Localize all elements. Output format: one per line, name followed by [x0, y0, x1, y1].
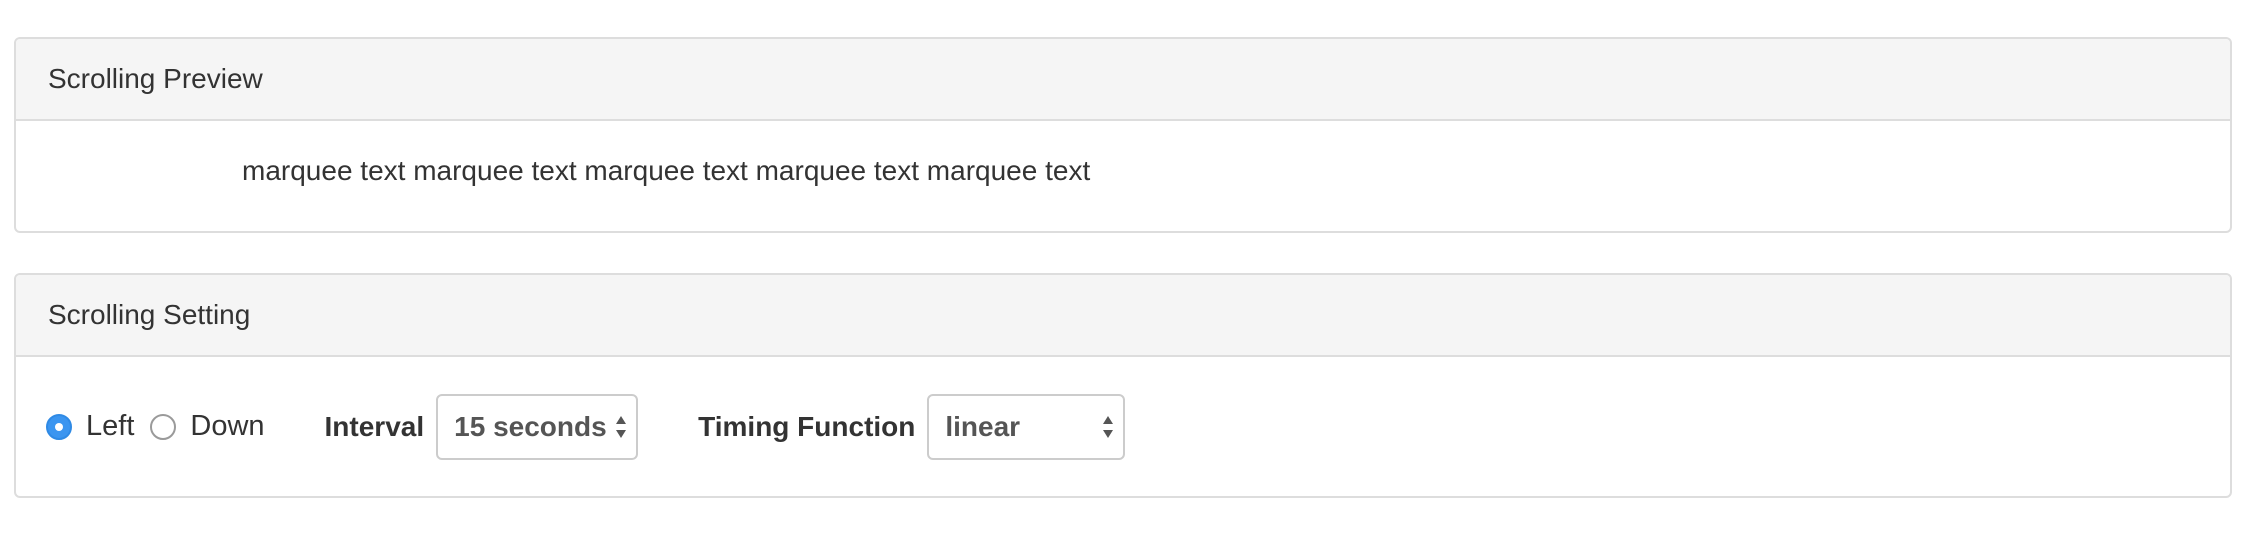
- direction-left-radio[interactable]: [46, 413, 72, 440]
- timing-function-select[interactable]: linear: [927, 393, 1126, 460]
- direction-down-label[interactable]: Down: [190, 410, 264, 443]
- direction-down-radio[interactable]: [150, 413, 177, 440]
- scrolling-setting-panel: Scrolling Setting Left Down Interval 15 …: [14, 273, 2232, 498]
- select-arrows-icon: [616, 415, 627, 438]
- interval-select-value: 15 seconds: [454, 410, 607, 442]
- select-arrows-icon: [1103, 415, 1114, 438]
- scrolling-preview-heading: Scrolling Preview: [16, 39, 2230, 121]
- interval-label: Interval: [324, 410, 425, 442]
- direction-radio-group: Left Down: [46, 410, 281, 443]
- timing-function-label: Timing Function: [698, 410, 916, 442]
- timing-function-select-value: linear: [945, 410, 1021, 442]
- scrolling-setting-body: Left Down Interval 15 seconds Timing Fun…: [16, 357, 2230, 496]
- scrolling-preview-body: marquee text marquee text marquee text m…: [16, 121, 2230, 231]
- direction-left-label[interactable]: Left: [86, 410, 134, 443]
- scrolling-setting-heading: Scrolling Setting: [16, 275, 2230, 357]
- scrolling-preview-panel: Scrolling Preview marquee text marquee t…: [14, 37, 2232, 233]
- interval-select[interactable]: 15 seconds: [436, 393, 639, 460]
- marquee-text: marquee text marquee text marquee text m…: [242, 155, 1091, 186]
